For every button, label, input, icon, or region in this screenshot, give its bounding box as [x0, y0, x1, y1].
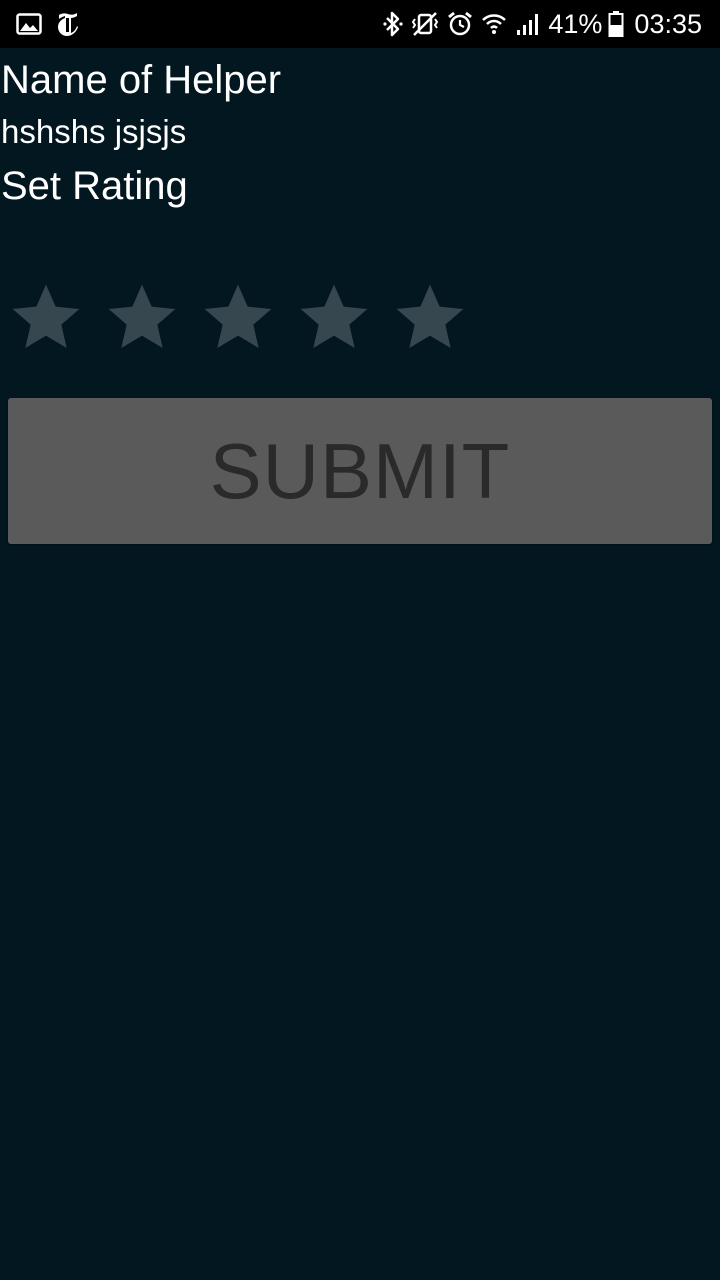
rating-star-1[interactable]	[6, 278, 86, 358]
alarm-icon	[446, 10, 474, 38]
submit-button[interactable]: SUBMIT	[8, 398, 712, 544]
star-icon	[108, 284, 176, 348]
rating-star-5[interactable]	[390, 278, 470, 358]
signal-icon	[514, 10, 542, 38]
rating-star-3[interactable]	[198, 278, 278, 358]
set-rating-label: Set Rating	[1, 164, 188, 208]
nyt-icon	[56, 10, 80, 38]
helper-name: hshshs jsjsjs	[1, 113, 187, 150]
battery-percent: 41%	[548, 8, 603, 39]
status-bar-right: 41% 03:35	[382, 6, 702, 42]
rating-bar[interactable]	[6, 278, 470, 358]
star-icon	[12, 284, 80, 348]
status-bar: 41% 03:35	[0, 0, 720, 48]
image-icon	[16, 12, 42, 36]
rating-star-4[interactable]	[294, 278, 374, 358]
clock: 03:35	[634, 8, 702, 39]
star-icon	[300, 284, 368, 348]
wifi-icon	[480, 10, 508, 38]
status-bar-left	[16, 8, 80, 40]
rating-star-2[interactable]	[102, 278, 182, 358]
star-icon	[204, 284, 272, 348]
page-title: Name of Helper	[1, 58, 282, 102]
bluetooth-icon	[382, 10, 404, 38]
battery-icon	[608, 10, 624, 38]
star-icon	[396, 284, 464, 348]
vibrate-icon	[410, 10, 440, 38]
